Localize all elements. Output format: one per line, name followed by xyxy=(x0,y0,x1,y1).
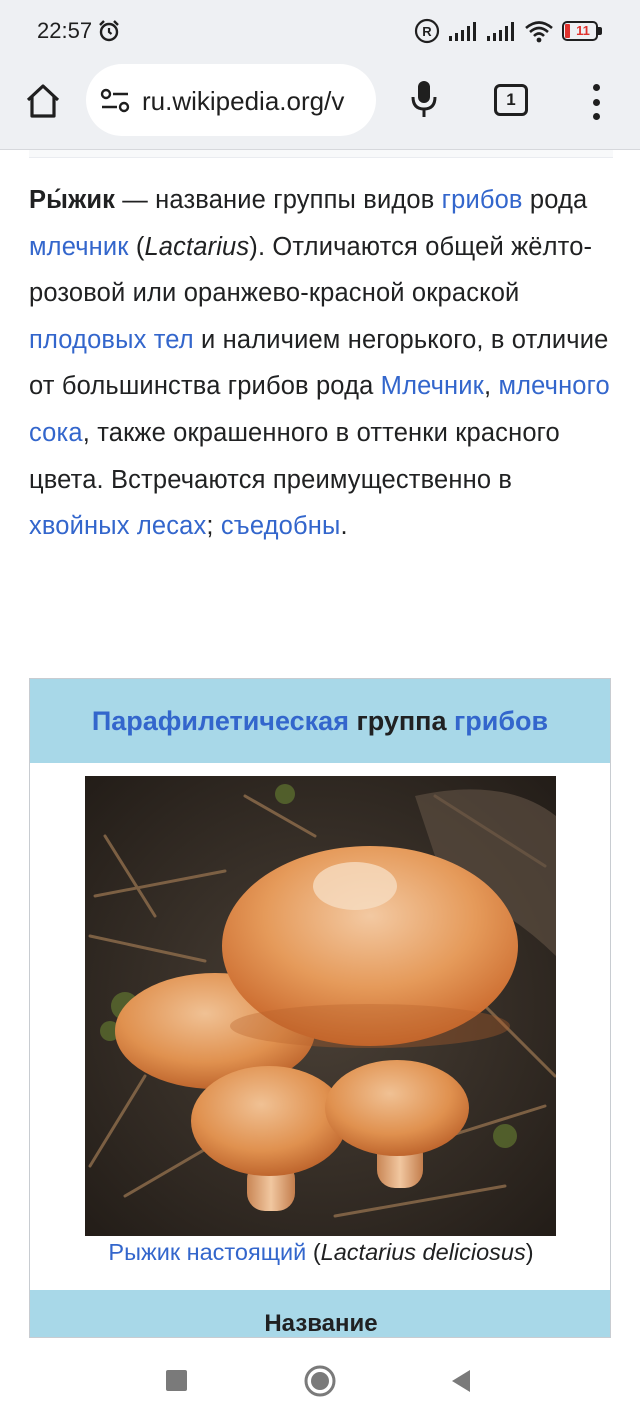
more-vert-icon xyxy=(592,84,600,91)
back-triangle-icon[interactable] xyxy=(450,1368,472,1394)
link-mlechnik-genus[interactable]: Млечник xyxy=(381,372,484,400)
infobox-header: Парафилетическая группа грибов xyxy=(30,679,610,763)
lead-paragraph: Ры́жик — название группы видов грибов ро… xyxy=(29,186,610,541)
article-content: Ры́жик — название группы видов грибов ро… xyxy=(29,150,613,550)
tabs-button[interactable]: 1 xyxy=(494,84,528,116)
home-button[interactable] xyxy=(22,80,64,122)
alarm-icon xyxy=(99,20,119,42)
caption-latin: Lactarius deliciosus xyxy=(320,1239,526,1265)
link-hvoinyh-lesah[interactable]: хвойных лесах xyxy=(29,512,206,540)
link-parafileticheskaya[interactable]: Парафилетическая xyxy=(92,706,349,737)
section-divider xyxy=(29,150,613,158)
voice-search-button[interactable] xyxy=(406,78,442,120)
home-circle-icon[interactable] xyxy=(303,1364,337,1398)
link-mlechnik[interactable]: млечник xyxy=(29,233,129,261)
wifi-icon xyxy=(525,21,553,43)
signal-icon xyxy=(449,22,476,41)
link-sedobny[interactable]: съедобны xyxy=(221,512,341,540)
status-icons: R 11 xyxy=(414,18,602,44)
recents-square-icon[interactable] xyxy=(166,1370,187,1391)
site-settings-icon[interactable] xyxy=(100,88,130,114)
url-text[interactable]: ru.wikipedia.org/v xyxy=(142,86,374,117)
link-ryzhik-nastoyashchiy[interactable]: Рыжик настоящий xyxy=(108,1239,306,1265)
battery-level: 11 xyxy=(576,23,590,38)
infobox: Парафилетическая группа грибов Рыжик нас… xyxy=(29,678,611,1338)
system-navigation-bar xyxy=(0,1338,640,1423)
link-gribov-header[interactable]: грибов xyxy=(454,706,548,737)
svg-text:R: R xyxy=(422,24,432,39)
infobox-section-title: Название xyxy=(30,1290,610,1337)
link-plodovyh-tel[interactable]: плодовых тел xyxy=(29,326,194,354)
address-bar[interactable]: ru.wikipedia.org/v xyxy=(86,64,376,136)
home-icon xyxy=(26,84,60,118)
link-gribov[interactable]: грибов xyxy=(442,186,523,214)
article-title-term: Ры́жик xyxy=(29,186,116,214)
mic-icon xyxy=(411,81,437,117)
browser-toolbar: ru.wikipedia.org/v 1 xyxy=(0,62,640,150)
status-time: 22:57 xyxy=(37,18,93,43)
status-bar: 22:57 R 11 xyxy=(0,0,640,62)
photo-caption: Рыжик настоящий (Lactarius deliciosus) xyxy=(108,1239,534,1265)
signal-icon xyxy=(487,22,514,41)
mushroom-photo[interactable] xyxy=(85,776,556,1236)
tab-count: 1 xyxy=(506,90,516,109)
latin-name: Lactarius xyxy=(144,232,250,261)
battery-icon: 11 xyxy=(562,21,602,41)
more-menu-button[interactable] xyxy=(584,80,608,124)
registered-icon: R xyxy=(414,18,440,44)
